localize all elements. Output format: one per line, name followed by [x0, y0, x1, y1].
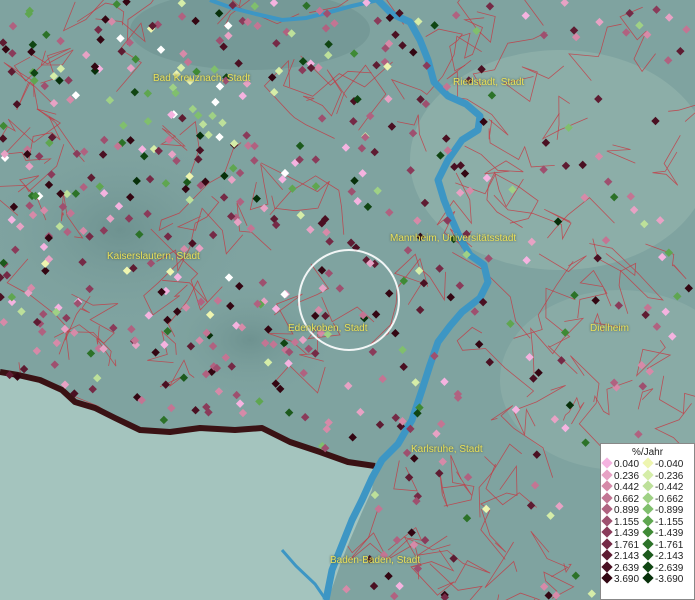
- legend-value-positive: 1.439: [614, 528, 640, 540]
- legend-value-negative: -2.143: [655, 551, 684, 563]
- legend-swatch-negative: [642, 572, 655, 586]
- legend-swatch-negative: [642, 549, 655, 563]
- legend-value-positive: 3.690: [614, 574, 640, 586]
- legend-value-positive: 0.662: [614, 493, 640, 505]
- legend-value-negative: -1.155: [655, 516, 684, 528]
- legend-swatch-negative: [642, 526, 655, 540]
- legend-value-positive: 0.442: [614, 482, 640, 494]
- legend-row: 0.662 -0.662: [601, 492, 685, 506]
- legend-value-positive: 0.899: [614, 505, 640, 517]
- legend-table: 0.040 -0.040 0.236 -0.236 0.442 -0.442 0.662 -0…: [601, 457, 685, 586]
- map-view[interactable]: Bad Kreuznach, Stadt Riedstadt, Stadt Ma…: [0, 0, 695, 600]
- legend-value-negative: -1.439: [655, 528, 684, 540]
- city-label-bad-kreuznach[interactable]: Bad Kreuznach, Stadt: [153, 73, 250, 84]
- legend-swatch-negative: [642, 457, 655, 471]
- legend-value-negative: -0.899: [655, 505, 684, 517]
- terrain-shade: [160, 280, 340, 400]
- legend-swatch-negative: [642, 469, 655, 483]
- legend-value-negative: -0.662: [655, 493, 684, 505]
- legend-row: 0.442 -0.442: [601, 480, 685, 494]
- legend-swatch-positive: [601, 561, 614, 575]
- legend-swatch-positive: [601, 515, 614, 529]
- city-label-edenkoben[interactable]: Edenkoben, Stadt: [288, 323, 368, 334]
- legend-swatch-positive: [601, 469, 614, 483]
- legend-row: 0.899 -0.899: [601, 503, 685, 517]
- legend-value-negative: -0.236: [655, 470, 684, 482]
- legend-row: 0.040 -0.040: [601, 457, 685, 471]
- map-canvas[interactable]: [0, 0, 695, 600]
- city-label-karlsruhe[interactable]: Karlsruhe, Stadt: [411, 444, 483, 455]
- legend-swatch-negative: [642, 492, 655, 506]
- legend-swatch-negative: [642, 561, 655, 575]
- legend: %/Jahr 0.040 -0.040 0.236 -0.236 0.442 -0.442…: [600, 443, 695, 600]
- legend-swatch-positive: [601, 480, 614, 494]
- city-label-kaiserslautern[interactable]: Kaiserslautern, Stadt: [107, 251, 200, 262]
- legend-value-positive: 0.236: [614, 470, 640, 482]
- city-label-baden-baden[interactable]: Baden-Baden, Stadt: [330, 555, 420, 566]
- legend-swatch-negative: [642, 538, 655, 552]
- legend-row: 1.761 -1.761: [601, 538, 685, 552]
- legend-row: 3.690 -3.690: [601, 572, 685, 586]
- legend-swatch-positive: [601, 526, 614, 540]
- legend-swatch-negative: [642, 515, 655, 529]
- legend-value-positive: 1.761: [614, 539, 640, 551]
- legend-value-negative: -0.442: [655, 482, 684, 494]
- legend-swatch-positive: [601, 492, 614, 506]
- legend-value-positive: 2.639: [614, 562, 640, 574]
- legend-swatch-positive: [601, 572, 614, 586]
- legend-row: 1.155 -1.155: [601, 515, 685, 529]
- legend-swatch-positive: [601, 538, 614, 552]
- legend-value-positive: 0.040: [614, 459, 640, 471]
- legend-value-negative: -2.639: [655, 562, 684, 574]
- legend-swatch-positive: [601, 503, 614, 517]
- legend-swatch-negative: [642, 480, 655, 494]
- legend-swatch-negative: [642, 503, 655, 517]
- legend-value-positive: 2.143: [614, 551, 640, 563]
- legend-row: 1.439 -1.439: [601, 526, 685, 540]
- legend-swatch-positive: [601, 457, 614, 471]
- legend-row: 0.236 -0.236: [601, 469, 685, 483]
- legend-value-negative: -0.040: [655, 459, 684, 471]
- legend-value-negative: -3.690: [655, 574, 684, 586]
- legend-value-negative: -1.761: [655, 539, 684, 551]
- legend-row: 2.143 -2.143: [601, 549, 685, 563]
- city-label-dielheim[interactable]: Dielheim: [590, 323, 629, 334]
- city-label-mannheim[interactable]: Mannheim, Universitätsstadt: [390, 233, 516, 244]
- legend-row: 2.639 -2.639: [601, 561, 685, 575]
- city-label-riedstadt[interactable]: Riedstadt, Stadt: [453, 77, 524, 88]
- legend-value-positive: 1.155: [614, 516, 640, 528]
- legend-swatch-positive: [601, 549, 614, 563]
